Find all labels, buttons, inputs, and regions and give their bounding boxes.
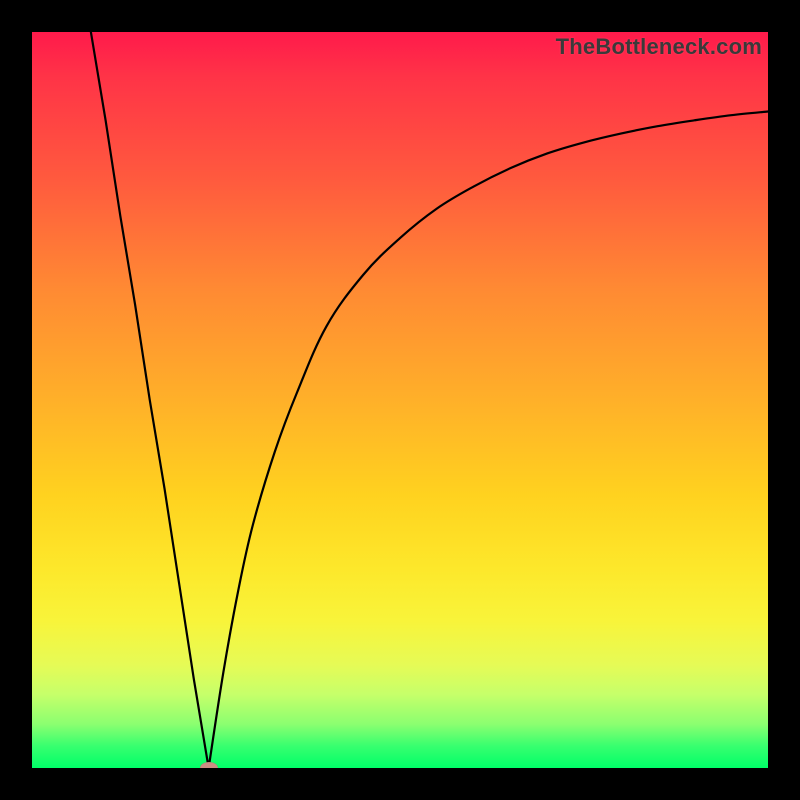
optimal-point-marker [200,762,218,768]
bottleneck-curve [91,32,768,768]
curve-layer [32,32,768,768]
plot-area: TheBottleneck.com [32,32,768,768]
chart-frame: TheBottleneck.com [0,0,800,800]
